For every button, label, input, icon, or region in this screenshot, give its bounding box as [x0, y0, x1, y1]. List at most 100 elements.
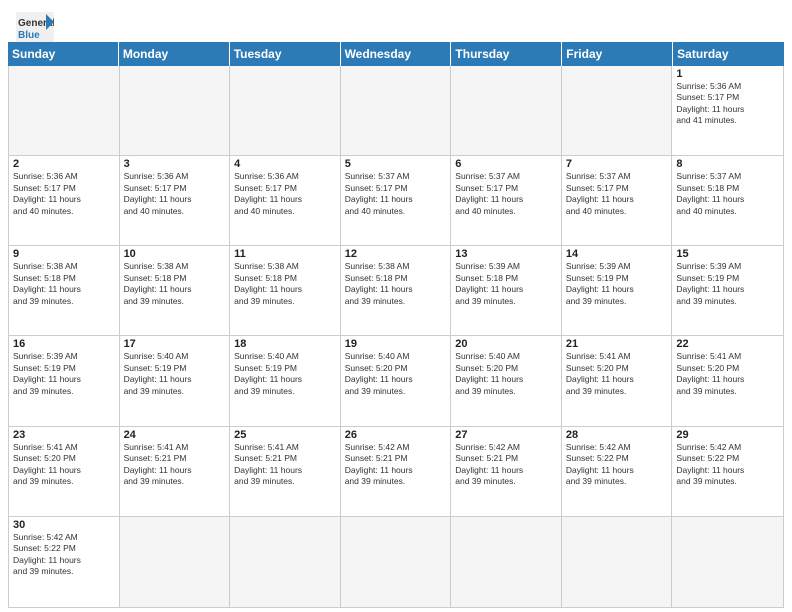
- weekday-header-thursday: Thursday: [451, 42, 562, 66]
- day-info: Sunrise: 5:40 AM Sunset: 5:20 PM Dayligh…: [455, 351, 557, 397]
- day-cell-5: 5Sunrise: 5:37 AM Sunset: 5:17 PM Daylig…: [341, 156, 452, 245]
- day-info: Sunrise: 5:38 AM Sunset: 5:18 PM Dayligh…: [345, 261, 447, 307]
- day-cell-18: 18Sunrise: 5:40 AM Sunset: 5:19 PM Dayli…: [230, 336, 341, 425]
- weekday-header-wednesday: Wednesday: [341, 42, 452, 66]
- day-cell-30: 30Sunrise: 5:42 AM Sunset: 5:22 PM Dayli…: [9, 517, 120, 607]
- day-number: 21: [566, 338, 668, 350]
- day-number: 17: [124, 338, 226, 350]
- day-cell-3: 3Sunrise: 5:36 AM Sunset: 5:17 PM Daylig…: [120, 156, 231, 245]
- empty-cell: [341, 517, 452, 607]
- calendar-row-5: 30Sunrise: 5:42 AM Sunset: 5:22 PM Dayli…: [9, 517, 783, 607]
- empty-cell: [451, 517, 562, 607]
- day-cell-25: 25Sunrise: 5:41 AM Sunset: 5:21 PM Dayli…: [230, 427, 341, 516]
- day-info: Sunrise: 5:39 AM Sunset: 5:18 PM Dayligh…: [455, 261, 557, 307]
- calendar: SundayMondayTuesdayWednesdayThursdayFrid…: [0, 42, 792, 612]
- day-info: Sunrise: 5:41 AM Sunset: 5:21 PM Dayligh…: [234, 442, 336, 488]
- day-info: Sunrise: 5:41 AM Sunset: 5:21 PM Dayligh…: [124, 442, 226, 488]
- empty-cell: [9, 66, 120, 155]
- day-info: Sunrise: 5:36 AM Sunset: 5:17 PM Dayligh…: [124, 171, 226, 217]
- svg-text:Blue: Blue: [18, 30, 40, 41]
- day-info: Sunrise: 5:37 AM Sunset: 5:17 PM Dayligh…: [566, 171, 668, 217]
- day-info: Sunrise: 5:37 AM Sunset: 5:18 PM Dayligh…: [676, 171, 779, 217]
- day-info: Sunrise: 5:39 AM Sunset: 5:19 PM Dayligh…: [566, 261, 668, 307]
- empty-cell: [451, 66, 562, 155]
- day-number: 1: [676, 68, 779, 80]
- empty-cell: [120, 517, 231, 607]
- weekday-header-friday: Friday: [562, 42, 673, 66]
- logo: General Blue: [16, 12, 48, 36]
- day-info: Sunrise: 5:38 AM Sunset: 5:18 PM Dayligh…: [124, 261, 226, 307]
- day-info: Sunrise: 5:42 AM Sunset: 5:21 PM Dayligh…: [455, 442, 557, 488]
- day-cell-9: 9Sunrise: 5:38 AM Sunset: 5:18 PM Daylig…: [9, 246, 120, 335]
- day-number: 16: [13, 338, 115, 350]
- empty-cell: [120, 66, 231, 155]
- day-cell-12: 12Sunrise: 5:38 AM Sunset: 5:18 PM Dayli…: [341, 246, 452, 335]
- day-number: 4: [234, 158, 336, 170]
- day-cell-6: 6Sunrise: 5:37 AM Sunset: 5:17 PM Daylig…: [451, 156, 562, 245]
- day-cell-13: 13Sunrise: 5:39 AM Sunset: 5:18 PM Dayli…: [451, 246, 562, 335]
- day-number: 22: [676, 338, 779, 350]
- day-info: Sunrise: 5:36 AM Sunset: 5:17 PM Dayligh…: [676, 81, 779, 127]
- calendar-body: 1Sunrise: 5:36 AM Sunset: 5:17 PM Daylig…: [8, 66, 784, 608]
- day-info: Sunrise: 5:37 AM Sunset: 5:17 PM Dayligh…: [345, 171, 447, 217]
- calendar-row-4: 23Sunrise: 5:41 AM Sunset: 5:20 PM Dayli…: [9, 427, 783, 517]
- day-cell-27: 27Sunrise: 5:42 AM Sunset: 5:21 PM Dayli…: [451, 427, 562, 516]
- day-info: Sunrise: 5:38 AM Sunset: 5:18 PM Dayligh…: [234, 261, 336, 307]
- day-number: 13: [455, 248, 557, 260]
- day-number: 14: [566, 248, 668, 260]
- day-number: 5: [345, 158, 447, 170]
- weekday-header-sunday: Sunday: [8, 42, 119, 66]
- empty-cell: [341, 66, 452, 155]
- day-number: 29: [676, 429, 779, 441]
- weekday-header-tuesday: Tuesday: [230, 42, 341, 66]
- calendar-header: SundayMondayTuesdayWednesdayThursdayFrid…: [8, 42, 784, 66]
- empty-cell: [230, 66, 341, 155]
- day-number: 20: [455, 338, 557, 350]
- calendar-row-3: 16Sunrise: 5:39 AM Sunset: 5:19 PM Dayli…: [9, 336, 783, 426]
- day-number: 6: [455, 158, 557, 170]
- day-number: 23: [13, 429, 115, 441]
- day-info: Sunrise: 5:40 AM Sunset: 5:19 PM Dayligh…: [234, 351, 336, 397]
- day-number: 24: [124, 429, 226, 441]
- day-info: Sunrise: 5:41 AM Sunset: 5:20 PM Dayligh…: [13, 442, 115, 488]
- empty-cell: [672, 517, 783, 607]
- day-cell-21: 21Sunrise: 5:41 AM Sunset: 5:20 PM Dayli…: [562, 336, 673, 425]
- day-cell-20: 20Sunrise: 5:40 AM Sunset: 5:20 PM Dayli…: [451, 336, 562, 425]
- day-info: Sunrise: 5:42 AM Sunset: 5:22 PM Dayligh…: [566, 442, 668, 488]
- day-info: Sunrise: 5:41 AM Sunset: 5:20 PM Dayligh…: [566, 351, 668, 397]
- day-number: 9: [13, 248, 115, 260]
- weekday-header-saturday: Saturday: [673, 42, 784, 66]
- calendar-row-2: 9Sunrise: 5:38 AM Sunset: 5:18 PM Daylig…: [9, 246, 783, 336]
- day-info: Sunrise: 5:36 AM Sunset: 5:17 PM Dayligh…: [234, 171, 336, 217]
- day-number: 27: [455, 429, 557, 441]
- day-number: 28: [566, 429, 668, 441]
- day-cell-7: 7Sunrise: 5:37 AM Sunset: 5:17 PM Daylig…: [562, 156, 673, 245]
- day-cell-28: 28Sunrise: 5:42 AM Sunset: 5:22 PM Dayli…: [562, 427, 673, 516]
- day-number: 19: [345, 338, 447, 350]
- page: General Blue SundayMondayTuesdayWednesda…: [0, 0, 792, 612]
- day-info: Sunrise: 5:42 AM Sunset: 5:21 PM Dayligh…: [345, 442, 447, 488]
- day-number: 11: [234, 248, 336, 260]
- day-cell-26: 26Sunrise: 5:42 AM Sunset: 5:21 PM Dayli…: [341, 427, 452, 516]
- day-cell-16: 16Sunrise: 5:39 AM Sunset: 5:19 PM Dayli…: [9, 336, 120, 425]
- day-number: 2: [13, 158, 115, 170]
- day-cell-8: 8Sunrise: 5:37 AM Sunset: 5:18 PM Daylig…: [672, 156, 783, 245]
- day-cell-19: 19Sunrise: 5:40 AM Sunset: 5:20 PM Dayli…: [341, 336, 452, 425]
- day-info: Sunrise: 5:39 AM Sunset: 5:19 PM Dayligh…: [13, 351, 115, 397]
- day-info: Sunrise: 5:42 AM Sunset: 5:22 PM Dayligh…: [676, 442, 779, 488]
- day-cell-1: 1Sunrise: 5:36 AM Sunset: 5:17 PM Daylig…: [672, 66, 783, 155]
- day-cell-23: 23Sunrise: 5:41 AM Sunset: 5:20 PM Dayli…: [9, 427, 120, 516]
- day-cell-17: 17Sunrise: 5:40 AM Sunset: 5:19 PM Dayli…: [120, 336, 231, 425]
- day-cell-10: 10Sunrise: 5:38 AM Sunset: 5:18 PM Dayli…: [120, 246, 231, 335]
- day-info: Sunrise: 5:38 AM Sunset: 5:18 PM Dayligh…: [13, 261, 115, 307]
- day-number: 25: [234, 429, 336, 441]
- day-info: Sunrise: 5:39 AM Sunset: 5:19 PM Dayligh…: [676, 261, 779, 307]
- day-info: Sunrise: 5:36 AM Sunset: 5:17 PM Dayligh…: [13, 171, 115, 217]
- day-cell-29: 29Sunrise: 5:42 AM Sunset: 5:22 PM Dayli…: [672, 427, 783, 516]
- day-info: Sunrise: 5:40 AM Sunset: 5:20 PM Dayligh…: [345, 351, 447, 397]
- day-cell-15: 15Sunrise: 5:39 AM Sunset: 5:19 PM Dayli…: [672, 246, 783, 335]
- day-info: Sunrise: 5:42 AM Sunset: 5:22 PM Dayligh…: [13, 532, 115, 578]
- logo-icon: General Blue: [16, 12, 48, 36]
- day-number: 8: [676, 158, 779, 170]
- day-cell-11: 11Sunrise: 5:38 AM Sunset: 5:18 PM Dayli…: [230, 246, 341, 335]
